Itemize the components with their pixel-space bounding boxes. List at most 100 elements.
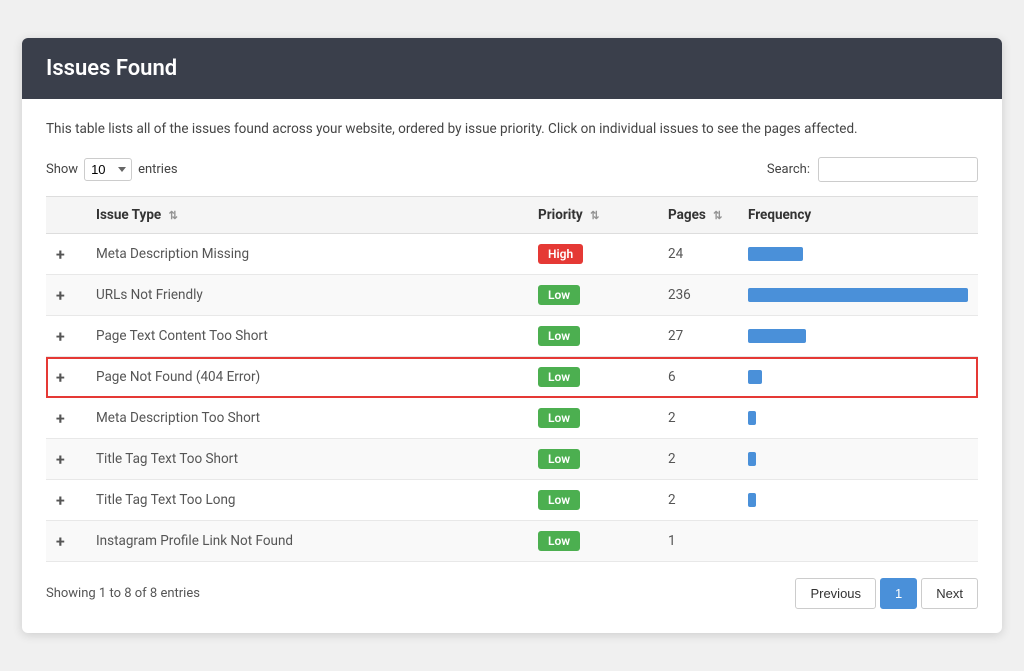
frequency-cell: [738, 357, 978, 398]
expand-icon[interactable]: +: [56, 327, 65, 346]
freq-bar: [748, 329, 806, 343]
expand-cell[interactable]: +: [46, 521, 86, 562]
col-pages-header[interactable]: Pages ⇅: [658, 197, 738, 234]
card-body: This table lists all of the issues found…: [22, 99, 1002, 633]
sort-icon-priority: ⇅: [590, 209, 599, 222]
controls-row: Show 10 25 50 100 entries Search:: [46, 157, 978, 182]
show-label: Show: [46, 162, 78, 177]
expand-icon[interactable]: +: [56, 286, 65, 305]
sort-icon-issue: ⇅: [169, 209, 178, 222]
search-label: Search:: [767, 162, 810, 177]
freq-bar-container: [748, 369, 968, 385]
freq-bar-container: [748, 492, 968, 508]
expand-cell[interactable]: +: [46, 357, 86, 398]
frequency-cell: [738, 398, 978, 439]
freq-bar-container: [748, 287, 968, 303]
description-text: This table lists all of the issues found…: [46, 119, 978, 139]
table-row[interactable]: + Meta Description Too ShortLow2: [46, 398, 978, 439]
expand-cell[interactable]: +: [46, 234, 86, 275]
priority-cell: High: [528, 234, 658, 275]
col-issue-header[interactable]: Issue Type ⇅: [86, 197, 528, 234]
table-row[interactable]: +URLs Not FriendlyLow236: [46, 275, 978, 316]
freq-bar-container: [748, 328, 968, 344]
priority-cell: Low: [528, 316, 658, 357]
freq-bar-container: [748, 246, 968, 262]
freq-bar-container: [748, 451, 968, 467]
page-1-button[interactable]: 1: [880, 578, 917, 609]
issue-type-cell: Title Tag Text Too Long: [86, 480, 528, 521]
priority-badge: High: [538, 244, 583, 264]
table-header-row: Issue Type ⇅ Priority ⇅ Pages ⇅ Frequenc…: [46, 197, 978, 234]
table-row[interactable]: + Page Text Content Too Short Low 27: [46, 316, 978, 357]
prev-button[interactable]: Previous: [795, 578, 876, 609]
freq-bar: [748, 411, 756, 425]
pages-cell: 2: [658, 398, 738, 439]
pages-cell: 2: [658, 480, 738, 521]
pages-cell: 24: [658, 234, 738, 275]
priority-cell: Low: [528, 439, 658, 480]
frequency-cell: [738, 234, 978, 275]
priority-cell: Low: [528, 521, 658, 562]
priority-badge: Low: [538, 367, 580, 387]
issue-type-cell: Title Tag Text Too Short: [86, 439, 528, 480]
pages-cell: 6: [658, 357, 738, 398]
expand-icon[interactable]: +: [56, 409, 65, 428]
freq-bar-container: [748, 410, 968, 426]
priority-cell: Low: [528, 398, 658, 439]
priority-badge: Low: [538, 531, 580, 551]
entries-label: entries: [138, 162, 178, 177]
priority-cell: Low: [528, 480, 658, 521]
table-body: + Meta Description Missing High 24 + URLs Not…: [46, 234, 978, 562]
expand-cell[interactable]: +: [46, 439, 86, 480]
search-control: Search:: [767, 157, 978, 182]
freq-bar: [748, 370, 762, 384]
priority-badge: Low: [538, 326, 580, 346]
expand-icon[interactable]: +: [56, 450, 65, 469]
pages-cell: 236: [658, 275, 738, 316]
priority-badge: Low: [538, 490, 580, 510]
table-row[interactable]: + Title Tag Text Too ShortLow2: [46, 439, 978, 480]
col-expand-header: [46, 197, 86, 234]
show-entries-control: Show 10 25 50 100 entries: [46, 158, 178, 181]
showing-text: Showing 1 to 8 of 8 entries: [46, 586, 200, 601]
frequency-cell: [738, 521, 978, 562]
card-header: Issues Found: [22, 38, 1002, 99]
freq-bar: [748, 288, 968, 302]
freq-bar: [748, 247, 803, 261]
table-row[interactable]: + Page Not Found (404 Error) Low 6: [46, 357, 978, 398]
expand-cell[interactable]: +: [46, 316, 86, 357]
issue-type-cell: URLs Not Friendly: [86, 275, 528, 316]
expand-cell[interactable]: +: [46, 480, 86, 521]
frequency-cell: [738, 316, 978, 357]
pages-cell: 27: [658, 316, 738, 357]
issue-type-cell: Instagram Profile Link Not Found: [86, 521, 528, 562]
issue-type-cell: Page Not Found (404 Error): [86, 357, 528, 398]
issues-table: Issue Type ⇅ Priority ⇅ Pages ⇅ Frequenc…: [46, 196, 978, 562]
footer-row: Showing 1 to 8 of 8 entries Previous 1 N…: [46, 578, 978, 609]
table-row[interactable]: + Title Tag Text Too Long Low 2: [46, 480, 978, 521]
expand-cell[interactable]: +: [46, 275, 86, 316]
expand-icon[interactable]: +: [56, 532, 65, 551]
expand-icon[interactable]: +: [56, 491, 65, 510]
entries-select[interactable]: 10 25 50 100: [84, 158, 132, 181]
col-freq-header: Frequency: [738, 197, 978, 234]
next-button[interactable]: Next: [921, 578, 978, 609]
pages-cell: 1: [658, 521, 738, 562]
frequency-cell: [738, 275, 978, 316]
sort-icon-pages: ⇅: [713, 209, 722, 222]
expand-icon[interactable]: +: [56, 245, 65, 264]
issue-type-cell: Meta Description Missing: [86, 234, 528, 275]
issue-type-cell: Meta Description Too Short: [86, 398, 528, 439]
col-priority-header[interactable]: Priority ⇅: [528, 197, 658, 234]
freq-bar-container: [748, 533, 968, 549]
issue-type-cell: Page Text Content Too Short: [86, 316, 528, 357]
table-row[interactable]: + Meta Description Missing High 24: [46, 234, 978, 275]
pages-cell: 2: [658, 439, 738, 480]
page-title: Issues Found: [46, 56, 177, 81]
freq-bar: [748, 452, 756, 466]
search-input[interactable]: [818, 157, 978, 182]
expand-icon[interactable]: +: [56, 368, 65, 387]
frequency-cell: [738, 439, 978, 480]
table-row[interactable]: + Instagram Profile Link Not Found Low 1: [46, 521, 978, 562]
expand-cell[interactable]: +: [46, 398, 86, 439]
